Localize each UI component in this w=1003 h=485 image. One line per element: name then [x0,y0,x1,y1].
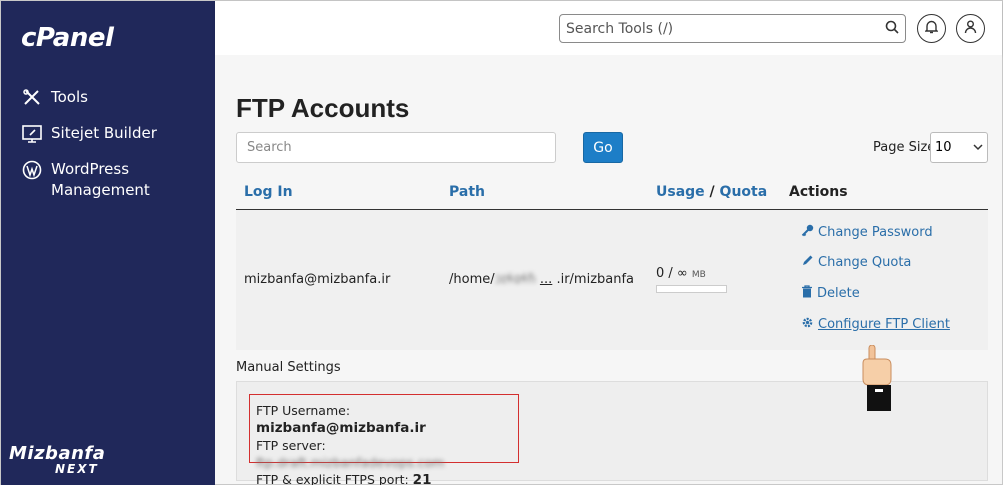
header-actions: Actions [789,184,848,200]
header-quota[interactable]: Quota [720,184,768,200]
manual-settings-title: Manual Settings [236,360,341,375]
page-size-label: Page Size [873,140,936,155]
path-cell: /home/ɔɪɬɑɬɦ ... .ir/mizbanfa [449,272,635,287]
ftp-credentials-highlight: FTP Username: mizbanfa@mizbanfa.ir FTP s… [249,394,519,485]
search-icon [885,20,899,38]
sidebar-item-sitejet[interactable]: Sitejet Builder [21,123,157,144]
change-quota-link[interactable]: Change Quota [801,254,911,271]
cpanel-logo[interactable]: cPanel [21,23,114,53]
mizbanfa-brand-logo: Mizbanfa NEXT [9,443,106,476]
header-path[interactable]: Path [449,184,485,200]
gear-icon [801,316,814,333]
sidebar-item-label: Tools [51,88,88,106]
delete-link[interactable]: Delete [801,285,860,302]
ftp-server-line: FTP server: ftp.draft.mizbanfadevops.com [256,438,445,470]
sitejet-icon [21,123,43,144]
sidebar-item-label: Sitejet Builder [51,124,157,142]
wordpress-icon [21,159,43,180]
header-usage-quota: Usage / Quota [656,184,768,200]
login-cell: mizbanfa@mizbanfa.ir [244,272,391,287]
configure-ftp-client-link[interactable]: Configure FTP Client [801,316,950,333]
sidebar: cPanel Tools Sitejet Builder WordPress M… [1,1,215,485]
bell-icon [924,19,939,38]
header-login[interactable]: Log In [244,184,293,200]
key-icon [801,224,814,241]
table-row: mizbanfa@mizbanfa.ir /home/ɔɪɬɑɬɦ ... .i… [236,210,988,350]
page-size-select[interactable]: 10 [930,132,988,163]
main-content: FTP Accounts Search Go Page Size 10 Log … [215,55,1002,485]
go-button[interactable]: Go [583,132,623,163]
notifications-button[interactable] [917,14,946,43]
change-password-link[interactable]: Change Password [801,224,933,241]
sidebar-item-wordpress[interactable]: WordPress Management [21,159,201,201]
usage-progress-bar [656,285,727,293]
search-tools-input[interactable]: Search Tools (/) [559,14,906,43]
sidebar-item-label: WordPress Management [51,160,150,199]
header-usage[interactable]: Usage [656,184,705,200]
user-menu-button[interactable] [956,14,985,43]
trash-icon [801,285,813,302]
path-expand-link[interactable]: ... [540,272,552,287]
top-bar: Search Tools (/) [215,1,1002,55]
user-icon [964,19,977,38]
page-title: FTP Accounts [236,93,410,123]
usage-cell: 0 / ∞ MB [656,266,706,281]
pointing-hand-icon [855,344,895,415]
chevron-down-icon [973,140,983,155]
tools-icon [21,87,43,108]
ftp-username-line: FTP Username: mizbanfa@mizbanfa.ir [256,403,426,436]
pencil-icon [801,254,814,271]
sidebar-item-tools[interactable]: Tools [21,87,88,108]
ftp-port-line: FTP & explicit FTPS port: 21 [256,472,432,485]
accounts-search-input[interactable]: Search [236,132,556,163]
